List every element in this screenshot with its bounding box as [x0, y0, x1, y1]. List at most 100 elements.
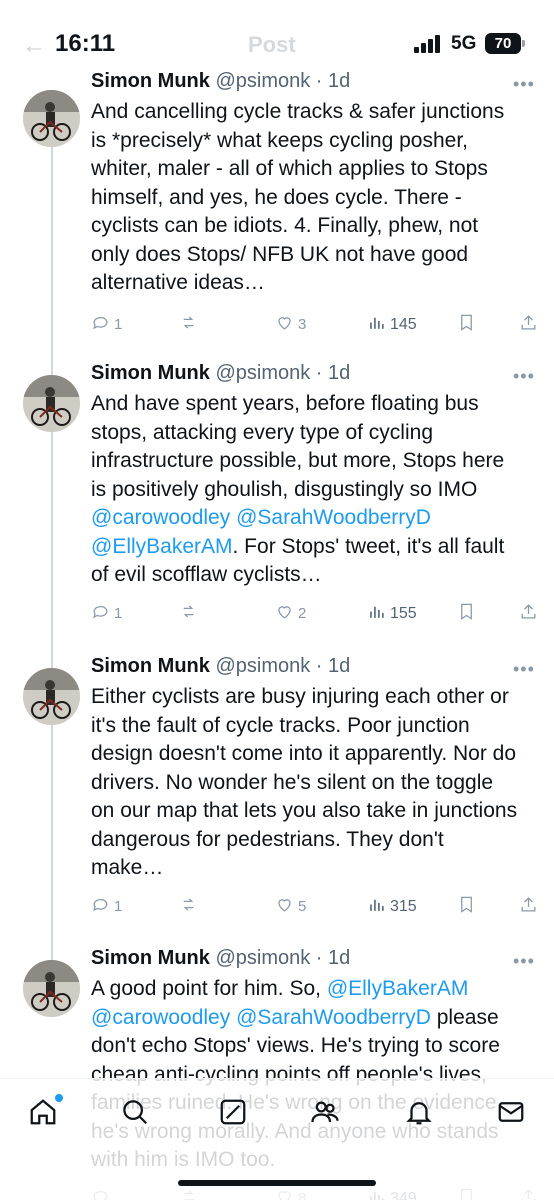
share-button[interactable] — [519, 313, 538, 336]
tweet-time: · 1d — [315, 947, 351, 969]
like-count: 2 — [298, 605, 307, 622]
bookmark-icon — [457, 313, 476, 336]
mention-link[interactable]: @SarahWoodberryD — [236, 1006, 431, 1029]
avatar[interactable] — [23, 668, 80, 725]
repost-button[interactable] — [179, 602, 202, 625]
like-count: 3 — [298, 316, 307, 333]
view-count: 315 — [390, 897, 417, 915]
avatar[interactable] — [23, 375, 80, 432]
repost-button[interactable] — [179, 313, 202, 336]
author-name[interactable]: Simon Munk — [91, 947, 210, 969]
grok-icon[interactable] — [218, 1097, 248, 1127]
tweet-header: Simon Munk @psimonk · 1d — [91, 362, 350, 385]
text-span: And cancelling cycle tracks & safer junc… — [91, 100, 505, 294]
reply-icon — [91, 602, 110, 625]
repost-icon — [179, 313, 198, 336]
tweet-header: Simon Munk @psimonk · 1d — [91, 655, 350, 678]
view-count: 145 — [390, 315, 417, 333]
reply-count: 1 — [114, 316, 123, 333]
share-button[interactable] — [519, 895, 538, 918]
avatar[interactable] — [23, 90, 80, 147]
more-icon[interactable]: ••• — [513, 659, 535, 680]
author-handle[interactable]: @psimonk — [215, 362, 310, 384]
tweet-text: And have spent years, before floating bu… — [91, 390, 521, 590]
like-count: 5 — [298, 898, 307, 915]
text-span: A good point for him. So, — [91, 977, 327, 1000]
author-handle[interactable]: @psimonk — [215, 947, 310, 969]
like-button[interactable]: 3 — [275, 313, 306, 336]
reply-button[interactable]: 1 — [91, 313, 122, 336]
text-span: And have spent years, before floating bu… — [91, 392, 505, 501]
battery-level: 70 — [494, 35, 512, 52]
notifications-icon[interactable] — [404, 1097, 434, 1127]
communities-icon[interactable] — [310, 1097, 340, 1127]
heart-icon — [275, 602, 294, 625]
tweet-header: Simon Munk @psimonk · 1d — [91, 947, 350, 970]
reply-count: 1 — [114, 898, 123, 915]
views-button[interactable]: 155 — [367, 602, 417, 625]
tweet-header: Simon Munk @psimonk · 1d — [91, 70, 350, 93]
bookmark-icon — [457, 602, 476, 625]
bookmark-button[interactable] — [457, 895, 476, 918]
mention-link[interactable]: @carowoodley — [91, 1006, 230, 1029]
mention-link[interactable]: @SarahWoodberryD — [236, 506, 431, 529]
author-handle[interactable]: @psimonk — [215, 655, 310, 677]
thread-line — [51, 130, 53, 960]
more-icon[interactable]: ••• — [513, 366, 535, 387]
bookmark-button[interactable] — [457, 602, 476, 625]
reply-button[interactable]: 1 — [91, 602, 122, 625]
share-icon — [519, 313, 538, 336]
heart-icon — [275, 895, 294, 918]
view-count: 155 — [390, 604, 417, 622]
more-icon[interactable]: ••• — [513, 74, 535, 95]
author-handle[interactable]: @psimonk — [215, 70, 310, 92]
views-button[interactable]: 145 — [367, 313, 417, 336]
tweet-time: · 1d — [315, 362, 351, 384]
tweet-time: · 1d — [315, 70, 351, 92]
status-time: 16:11 — [55, 30, 116, 57]
tweet-actions: 1 2 155 — [91, 602, 541, 624]
views-icon — [367, 313, 386, 336]
repost-button[interactable] — [179, 895, 202, 918]
share-icon — [519, 895, 538, 918]
status-bar: ← 16:11 Post 5G 70 — [0, 0, 554, 70]
views-icon — [367, 895, 386, 918]
signal-icon — [414, 35, 444, 53]
bookmark-button[interactable] — [457, 313, 476, 336]
reply-count: 1 — [114, 605, 123, 622]
home-indicator — [178, 1180, 376, 1186]
avatar[interactable] — [23, 960, 80, 1017]
share-icon — [519, 602, 538, 625]
author-name[interactable]: Simon Munk — [91, 655, 210, 677]
network-type: 5G — [451, 33, 477, 54]
like-button[interactable]: 2 — [275, 602, 306, 625]
search-icon[interactable] — [120, 1097, 150, 1127]
unread-dot — [55, 1094, 63, 1102]
repost-icon — [179, 895, 198, 918]
views-button[interactable]: 315 — [367, 895, 417, 918]
page-title: Post — [248, 32, 296, 57]
home-icon[interactable] — [28, 1097, 58, 1127]
repost-icon — [179, 602, 198, 625]
author-name[interactable]: Simon Munk — [91, 362, 210, 384]
reply-icon — [91, 895, 110, 918]
mention-link[interactable]: @EllyBakerAM — [327, 977, 469, 1000]
tweet-time: · 1d — [315, 655, 351, 677]
tweet-actions: 1 5 315 — [91, 895, 541, 917]
tweet-text: And cancelling cycle tracks & safer junc… — [91, 98, 521, 298]
bookmark-icon — [457, 895, 476, 918]
text-span: Either cyclists are busy injuring each o… — [91, 685, 518, 879]
author-name[interactable]: Simon Munk — [91, 70, 210, 92]
messages-icon[interactable] — [496, 1097, 526, 1127]
reply-icon — [91, 313, 110, 336]
mention-link[interactable]: @carowoodley — [91, 506, 230, 529]
reply-button[interactable]: 1 — [91, 895, 122, 918]
share-button[interactable] — [519, 602, 538, 625]
views-icon — [367, 602, 386, 625]
back-button[interactable]: ← — [22, 32, 46, 60]
like-button[interactable]: 5 — [275, 895, 306, 918]
heart-icon — [275, 313, 294, 336]
more-icon[interactable]: ••• — [513, 951, 535, 972]
mention-link[interactable]: @EllyBakerAM — [91, 535, 233, 558]
battery-icon: 70 — [485, 33, 525, 54]
